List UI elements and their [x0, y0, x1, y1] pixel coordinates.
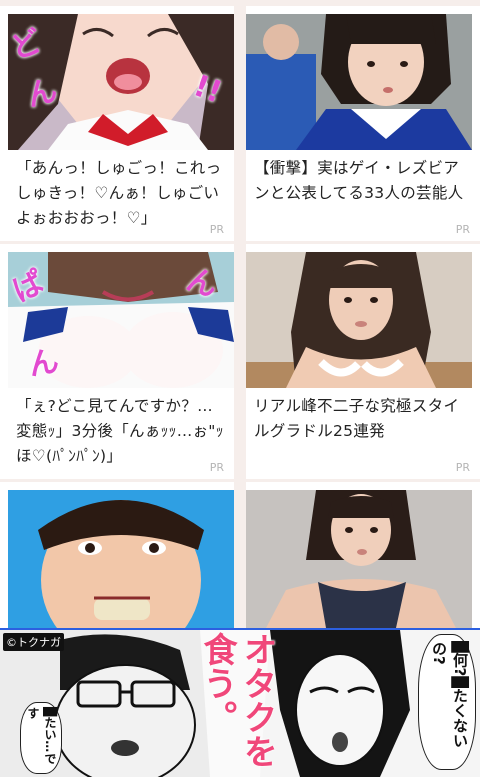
pr-label: PR [455, 461, 470, 474]
pr-label: PR [455, 223, 470, 236]
ad-card-5[interactable] [0, 482, 234, 628]
ad-card-3[interactable]: ぱ ん ん 「ぇ?どこ見てんですか？…変態ｯ」3分後「んぁｯｯ…ぉ"ｯほ♡(ﾊﾟ… [0, 244, 234, 479]
ad-thumbnail[interactable]: ぱ ん ん [8, 252, 234, 388]
pr-label: PR [209, 223, 224, 236]
ad-title[interactable]: 「あんっ！しゅごっ！これっしゅきっ！♡んぁ！しゅごいよぉおおおっ！♡」 [16, 156, 224, 231]
ad-thumbnail[interactable] [8, 490, 234, 628]
ad-title[interactable]: 【衝撃】実はゲイ・レズビアンと公表してる33人の芸能人 [254, 156, 470, 206]
speech-bubble-right: █何?█たくないの? [418, 634, 476, 770]
ad-title[interactable]: 「ぇ?どこ見てんですか？…変態ｯ」3分後「んぁｯｯ…ぉ"ｯほ♡(ﾊﾟﾝﾊﾟﾝ)」 [16, 394, 224, 469]
manga-banner-ad[interactable]: ©トクナガ オタクを食う。 █何?█たくないの? █たい…です [0, 628, 480, 777]
banner-headline: オタクを食う。 [197, 632, 277, 768]
ad-thumbnail[interactable]: ど ん !! [8, 14, 234, 150]
ad-card-4[interactable]: リアル峰不二子な究極スタイルグラドル25連発 PR [246, 244, 480, 479]
copyright-label: ©トクナガ [3, 633, 64, 651]
ad-title[interactable]: リアル峰不二子な究極スタイルグラドル25連発 [254, 394, 470, 444]
ad-card-6[interactable] [246, 482, 480, 628]
pr-label: PR [209, 461, 224, 474]
speech-bubble-left: █たい…です [20, 702, 62, 774]
ad-card-1[interactable]: ど ん !! 「あんっ！しゅごっ！これっしゅきっ！♡んぁ！しゅごいよぉおおおっ！… [0, 6, 234, 241]
ad-thumbnail[interactable] [246, 490, 472, 628]
ad-thumbnail[interactable] [246, 14, 472, 150]
ad-thumbnail[interactable] [246, 252, 472, 388]
ad-card-2[interactable]: 【衝撃】実はゲイ・レズビアンと公表してる33人の芸能人 PR [246, 6, 480, 241]
